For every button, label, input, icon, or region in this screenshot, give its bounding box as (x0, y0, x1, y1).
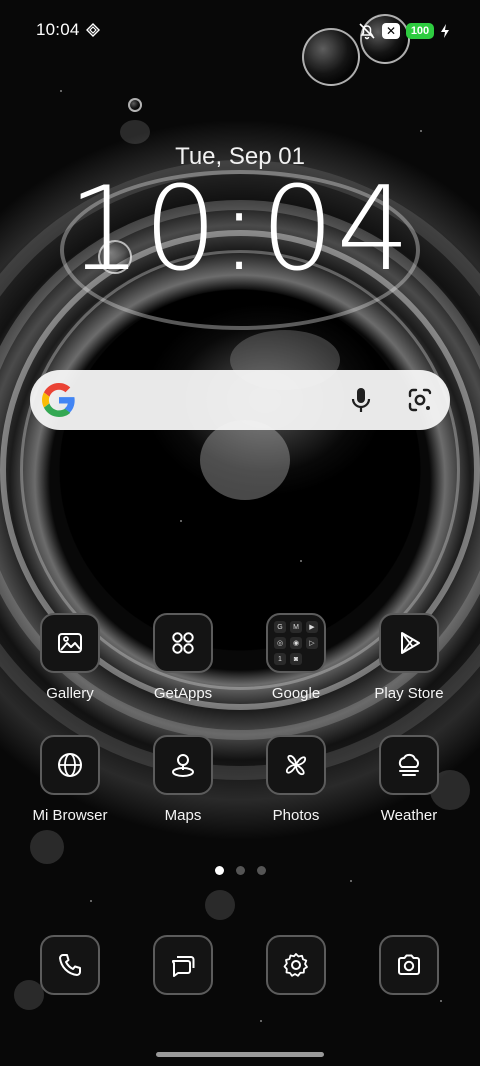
folder-item: ▷ (306, 637, 318, 649)
folder-item: G (274, 621, 286, 633)
page-dot[interactable] (235, 866, 245, 875)
pinwheel-icon (285, 754, 307, 776)
folder-item: M (290, 621, 302, 633)
camera-icon (398, 954, 420, 975)
dock-messages[interactable] (153, 935, 213, 995)
folder-item: ▶ (306, 621, 318, 633)
status-time: 10:04 (36, 20, 80, 39)
app-label: Google (271, 685, 321, 702)
wallpaper-speck (350, 880, 352, 882)
phone-icon (59, 954, 81, 976)
mi-browser-tile[interactable] (40, 735, 100, 795)
google-search-bar[interactable] (30, 370, 450, 430)
cloud-sun-icon (398, 753, 419, 776)
charging-bolt-icon (441, 24, 449, 38)
google-g-icon (42, 383, 75, 417)
battery-icon: 100 (406, 23, 434, 39)
dock-settings[interactable] (266, 935, 326, 995)
page-indicator[interactable] (0, 866, 480, 875)
gallery-tile[interactable] (40, 613, 100, 673)
wallpaper-bokeh (200, 420, 290, 500)
wallpaper-speck (420, 130, 422, 132)
photos-tile[interactable] (266, 735, 326, 795)
globe-icon (58, 753, 82, 777)
folder-icon: G M ▶ ◎ ◉ ▷ 1 ◙ (274, 621, 318, 665)
app-label: Play Store (374, 685, 444, 702)
x-app-icon: ✕ (382, 23, 400, 39)
lock-clock[interactable]: 10:04 (0, 170, 480, 290)
home-indicator[interactable] (156, 1052, 324, 1057)
app-label: Maps (164, 807, 202, 824)
wallpaper-bokeh (30, 830, 64, 864)
folder-item: ◎ (274, 637, 286, 649)
map-pin-icon (172, 754, 194, 777)
play-triangle-icon (401, 632, 420, 654)
google-folder-tile[interactable]: G M ▶ ◎ ◉ ▷ 1 ◙ (266, 613, 326, 673)
wallpaper-bokeh (205, 890, 235, 920)
folder-item: ◉ (290, 637, 302, 649)
settings-gear-icon (283, 953, 308, 977)
four-dots-icon (172, 632, 194, 654)
diamond-notification-icon (86, 23, 100, 37)
wallpaper-speck (90, 900, 92, 902)
app-label: GetApps (153, 685, 213, 702)
wallpaper-speck (440, 1000, 442, 1002)
page-dot[interactable] (256, 866, 266, 875)
page-dot-active[interactable] (214, 866, 224, 875)
maps-tile[interactable] (153, 735, 213, 795)
microphone-icon[interactable] (348, 386, 374, 414)
dock-camera[interactable] (379, 935, 439, 995)
dock-phone[interactable] (40, 935, 100, 995)
app-label: Weather (380, 807, 438, 824)
getapps-tile[interactable] (153, 613, 213, 673)
bell-muted-icon (359, 23, 375, 40)
wallpaper-bubble (128, 98, 142, 112)
wallpaper-speck (300, 560, 302, 562)
status-bar: 10:04 ✕ 100 (0, 0, 480, 64)
wallpaper-speck (60, 90, 62, 92)
folder-item: ◙ (290, 653, 302, 665)
app-label: Gallery (46, 685, 94, 702)
google-lens-icon[interactable] (406, 386, 434, 414)
app-label: Mi Browser (32, 807, 108, 824)
wallpaper-speck (180, 520, 182, 522)
play-store-tile[interactable] (379, 613, 439, 673)
wallpaper-speck (260, 1020, 262, 1022)
gallery-icon (58, 633, 82, 653)
weather-tile[interactable] (379, 735, 439, 795)
app-label: Photos (272, 807, 320, 824)
folder-item: 1 (274, 653, 286, 665)
status-icons: ✕ 100 (358, 20, 450, 42)
messages-icon (171, 956, 195, 977)
wallpaper-bokeh (120, 120, 150, 144)
